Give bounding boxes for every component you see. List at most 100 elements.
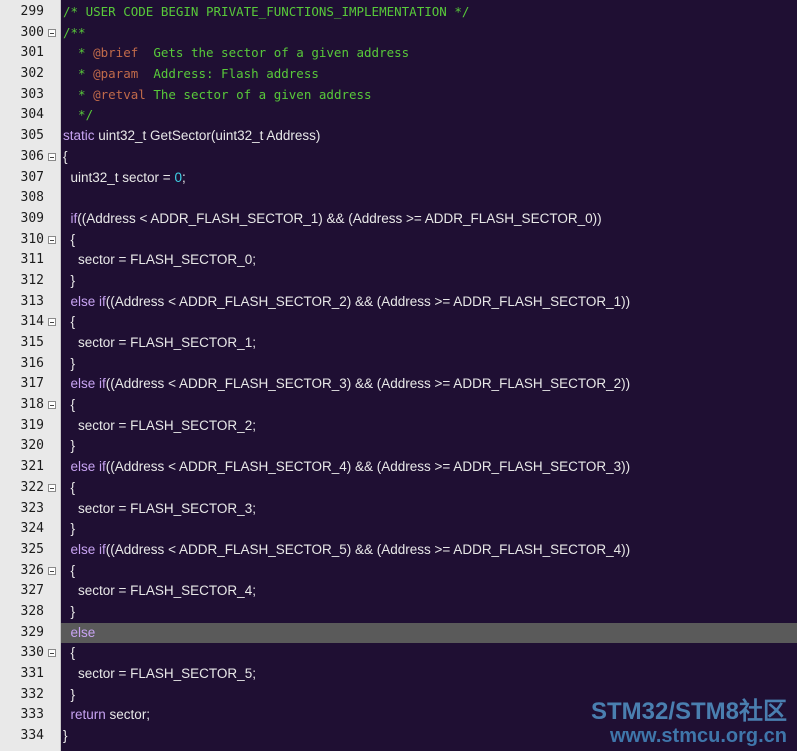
code-line[interactable]: 327 sector = FLASH_SECTOR_4; <box>0 581 797 602</box>
code-line[interactable]: 319 sector = FLASH_SECTOR_2; <box>0 416 797 437</box>
code-line[interactable]: 310 { <box>0 230 797 251</box>
code-line[interactable]: 304 */ <box>0 105 797 126</box>
code-token-plain: sector = FLASH_SECTOR_5; <box>63 666 256 681</box>
code-token-plain: ((Address < ADDR_FLASH_SECTOR_2) && (Add… <box>105 293 631 309</box>
code-token-plain: ((Address < ADDR_FLASH_SECTOR_4) && (Add… <box>105 459 631 475</box>
line-number: 303 <box>20 86 44 102</box>
code-token-plain: { <box>63 314 76 330</box>
line-number: 307 <box>20 169 44 185</box>
code-text: return sector; <box>61 705 797 726</box>
code-line[interactable]: 324 } <box>0 519 797 540</box>
code-token-plain: { <box>63 231 76 247</box>
code-token-keyword: else if <box>70 293 106 309</box>
code-text: else if((Address < ADDR_FLASH_SECTOR_4) … <box>61 457 797 478</box>
code-text: } <box>61 726 797 747</box>
code-token-plain: } <box>63 728 68 744</box>
code-text: sector = FLASH_SECTOR_4; <box>61 581 797 602</box>
line-number: 333 <box>20 707 44 723</box>
code-line[interactable]: 309 if((Address < ADDR_FLASH_SECTOR_1) &… <box>0 209 797 230</box>
line-number: 300 <box>20 24 44 40</box>
line-number: 314 <box>20 314 44 330</box>
code-line[interactable]: 308 <box>0 188 797 209</box>
code-line[interactable]: 320 } <box>0 436 797 457</box>
code-text: { <box>61 561 797 582</box>
fold-toggle-icon[interactable] <box>48 28 56 37</box>
code-token-plain: sector = FLASH_SECTOR_3; <box>63 500 256 516</box>
code-text: { <box>61 395 797 416</box>
code-line[interactable]: 307 uint32_t sector = 0; <box>0 168 797 189</box>
fold-toggle-icon[interactable] <box>48 318 56 327</box>
line-number: 332 <box>20 686 44 702</box>
code-line[interactable]: 334} <box>0 726 797 747</box>
code-text: } <box>61 271 797 292</box>
fold-toggle-icon[interactable] <box>48 566 56 575</box>
code-text: else if((Address < ADDR_FLASH_SECTOR_3) … <box>61 374 797 395</box>
code-text: * @retval The sector of a given address <box>61 85 797 106</box>
code-token-plain: } <box>63 521 76 537</box>
code-text: { <box>61 147 797 168</box>
code-text: else if((Address < ADDR_FLASH_SECTOR_2) … <box>61 292 797 313</box>
fold-toggle-icon[interactable] <box>48 235 56 244</box>
code-token-plain: { <box>63 397 76 413</box>
fold-toggle-icon[interactable] <box>48 483 56 492</box>
code-token-plain: uint32_t GetSector(uint32_t Address) <box>94 128 321 144</box>
code-token-keyword: else if <box>70 459 106 475</box>
code-line[interactable]: 303 * @retval The sector of a given addr… <box>0 85 797 106</box>
line-number: 313 <box>20 293 44 309</box>
code-token-tag: @brief <box>93 45 139 61</box>
code-line[interactable]: 312 } <box>0 271 797 292</box>
line-number: 321 <box>20 459 44 475</box>
fold-toggle-icon[interactable] <box>48 401 56 410</box>
code-text: } <box>61 602 797 623</box>
code-line[interactable]: 300 /** <box>0 23 797 44</box>
code-line[interactable]: 313 else if((Address < ADDR_FLASH_SECTOR… <box>0 292 797 313</box>
code-token-keyword: else if <box>70 541 106 557</box>
code-line[interactable]: 314 { <box>0 312 797 333</box>
code-token-plain: sector = FLASH_SECTOR_4; <box>63 583 256 599</box>
code-line[interactable]: 329 else <box>0 622 797 644</box>
code-line[interactable]: 330 { <box>0 643 797 664</box>
code-editor[interactable]: 299 /* USER CODE BEGIN PRIVATE_FUNCTIONS_… <box>0 0 797 751</box>
code-token-plain: } <box>63 272 76 288</box>
line-number: 302 <box>20 66 44 82</box>
code-line[interactable]: 301 * @brief Gets the sector of a given … <box>0 43 797 64</box>
code-text: /** <box>61 23 797 44</box>
code-line[interactable]: 299 /* USER CODE BEGIN PRIVATE_FUNCTIONS_… <box>0 2 797 23</box>
code-text: static uint32_t GetSector(uint32_t Addre… <box>61 126 797 147</box>
code-line[interactable]: 317 else if((Address < ADDR_FLASH_SECTOR… <box>0 374 797 395</box>
line-number: 328 <box>20 603 44 619</box>
code-line[interactable]: 331 sector = FLASH_SECTOR_5; <box>0 664 797 685</box>
code-text: } <box>61 436 797 457</box>
code-text: { <box>61 230 797 251</box>
line-number: 318 <box>20 397 44 413</box>
code-line[interactable]: 321 else if((Address < ADDR_FLASH_SECTOR… <box>0 457 797 478</box>
line-number: 327 <box>20 583 44 599</box>
code-line[interactable]: 325 else if((Address < ADDR_FLASH_SECTOR… <box>0 540 797 561</box>
code-line[interactable]: 316 } <box>0 354 797 375</box>
code-line[interactable]: 305 static uint32_t GetSector(uint32_t Ad… <box>0 126 797 147</box>
code-token-tag: @retval <box>93 86 146 102</box>
code-line[interactable]: 332 } <box>0 685 797 706</box>
code-line[interactable]: 306 { <box>0 147 797 168</box>
fold-toggle-icon[interactable] <box>48 152 56 161</box>
code-line[interactable]: 322 { <box>0 478 797 499</box>
line-number: 308 <box>20 190 44 206</box>
fold-toggle-icon[interactable] <box>48 649 56 658</box>
code-line[interactable]: 323 sector = FLASH_SECTOR_3; <box>0 499 797 520</box>
code-line[interactable]: 318 { <box>0 395 797 416</box>
code-line[interactable]: 328 } <box>0 602 797 623</box>
code-token-keyword: return <box>70 707 106 723</box>
code-line[interactable]: 311 sector = FLASH_SECTOR_0; <box>0 250 797 271</box>
code-token-tag: @param <box>93 66 139 82</box>
code-line[interactable]: 302 * @param Address: Flash address <box>0 64 797 85</box>
code-line[interactable]: 326 { <box>0 561 797 582</box>
line-number: 317 <box>20 376 44 392</box>
code-token-plain: sector = FLASH_SECTOR_2; <box>63 417 256 433</box>
code-token-plain: } <box>63 355 76 371</box>
code-token-plain: sector; <box>105 707 151 723</box>
code-line[interactable]: 333 return sector; <box>0 705 797 726</box>
line-number: 304 <box>20 107 44 123</box>
code-line[interactable]: 315 sector = FLASH_SECTOR_1; <box>0 333 797 354</box>
